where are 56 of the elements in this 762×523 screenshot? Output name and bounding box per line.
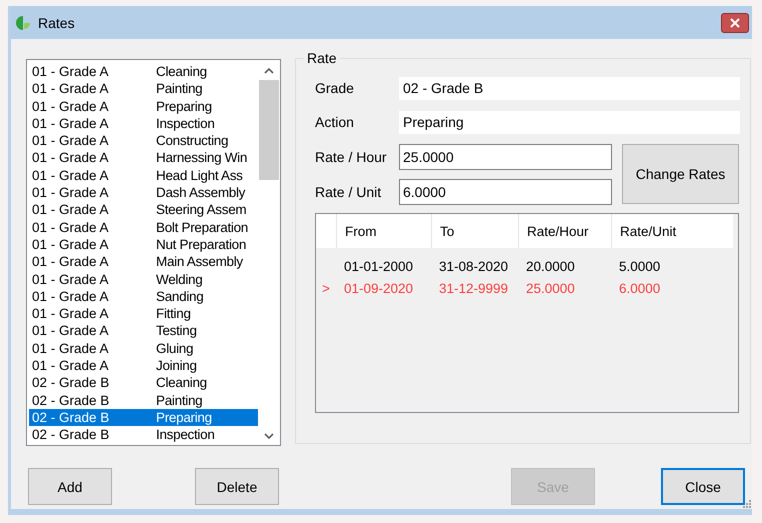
list-item[interactable]: 02 - Grade B Inspection — [29, 426, 258, 444]
list-item[interactable]: 01 - Grade A Head Light Ass — [29, 166, 258, 184]
list-item[interactable]: 02 - Grade B Painting — [29, 392, 258, 409]
action-field[interactable]: Preparing — [399, 110, 740, 134]
list-item[interactable]: 01 - Grade A Joining — [29, 357, 258, 374]
scroll-up-icon[interactable] — [264, 68, 274, 74]
column-header[interactable]: To — [431, 214, 518, 248]
list-item[interactable]: 02 - Grade B Cleaning — [29, 374, 258, 392]
pie-icon — [15, 14, 31, 30]
list-item[interactable]: 01 - Grade A Constructing — [29, 132, 258, 150]
list-item[interactable]: 02 - Grade B Preparing — [29, 408, 258, 426]
grade-field[interactable]: 02 - Grade B — [399, 76, 740, 100]
list-item[interactable]: 01 - Grade A Preparing — [29, 98, 258, 115]
table-cell: 01-09-2020 — [344, 280, 414, 296]
list-item[interactable]: 01 - Grade A Sanding — [29, 288, 258, 306]
rate-unit-field[interactable]: 6.0000 — [399, 179, 612, 205]
resize-grip-icon[interactable] — [743, 500, 751, 508]
list-item[interactable]: 01 - Grade A Main Assembly — [29, 253, 258, 271]
list-item[interactable]: 01 - Grade A Dash Assembly — [29, 184, 258, 202]
delete-button[interactable]: Delete — [195, 468, 279, 505]
window-title: Rates — [38, 14, 75, 30]
table-cell: 20.0000 — [526, 258, 575, 274]
field-label: Rate / Unit — [315, 184, 382, 200]
list-item[interactable]: 01 - Grade A Welding — [29, 270, 258, 288]
field-label: Action — [315, 114, 355, 130]
column-header[interactable]: From — [336, 214, 431, 248]
list-item[interactable]: 01 - Grade A Bolt Preparation — [29, 218, 258, 236]
current-row-marker: > — [322, 280, 330, 296]
close-button[interactable]: Close — [661, 468, 745, 505]
table-cell: 6.0000 — [619, 280, 660, 296]
close-icon[interactable] — [721, 12, 749, 32]
table-cell: 5.0000 — [619, 258, 660, 274]
rate-hour-field[interactable]: 25.0000 — [399, 144, 612, 170]
list-item[interactable]: 01 - Grade A Steering Assem — [29, 201, 258, 219]
list-item[interactable]: 01 - Grade A Nut Preparation — [29, 236, 258, 254]
table-cell: 25.0000 — [526, 280, 575, 296]
rates-list[interactable] — [26, 59, 281, 446]
list-item[interactable]: 01 - Grade A Harnessing Win — [29, 149, 258, 167]
scroll-down-icon[interactable] — [264, 433, 274, 439]
list-item[interactable]: 01 - Grade A Testing — [29, 322, 258, 340]
list-item[interactable]: 01 - Grade A Inspection — [29, 114, 258, 132]
group-title: Rate — [304, 50, 340, 66]
change-rates-button[interactable]: Change Rates — [622, 144, 739, 204]
list-item[interactable]: 01 - Grade A Cleaning — [29, 63, 258, 80]
add-button[interactable]: Add — [28, 468, 112, 505]
column-header[interactable]: Rate/Hour — [518, 214, 611, 248]
list-item[interactable]: 01 - Grade A Fitting — [29, 305, 258, 322]
column-header[interactable]: Rate/Unit — [611, 214, 733, 248]
table-cell: 31-12-9999 — [439, 280, 508, 296]
scroll-thumb[interactable] — [259, 80, 279, 180]
table-cell: 31-08-2020 — [439, 258, 508, 274]
table-cell: 01-01-2000 — [344, 258, 414, 274]
field-label: Rate / Hour — [315, 149, 388, 165]
field-label: Grade — [315, 80, 355, 96]
list-item[interactable]: 01 - Grade A Painting — [29, 80, 258, 98]
list-item[interactable]: 01 - Grade A Gluing — [29, 340, 258, 358]
